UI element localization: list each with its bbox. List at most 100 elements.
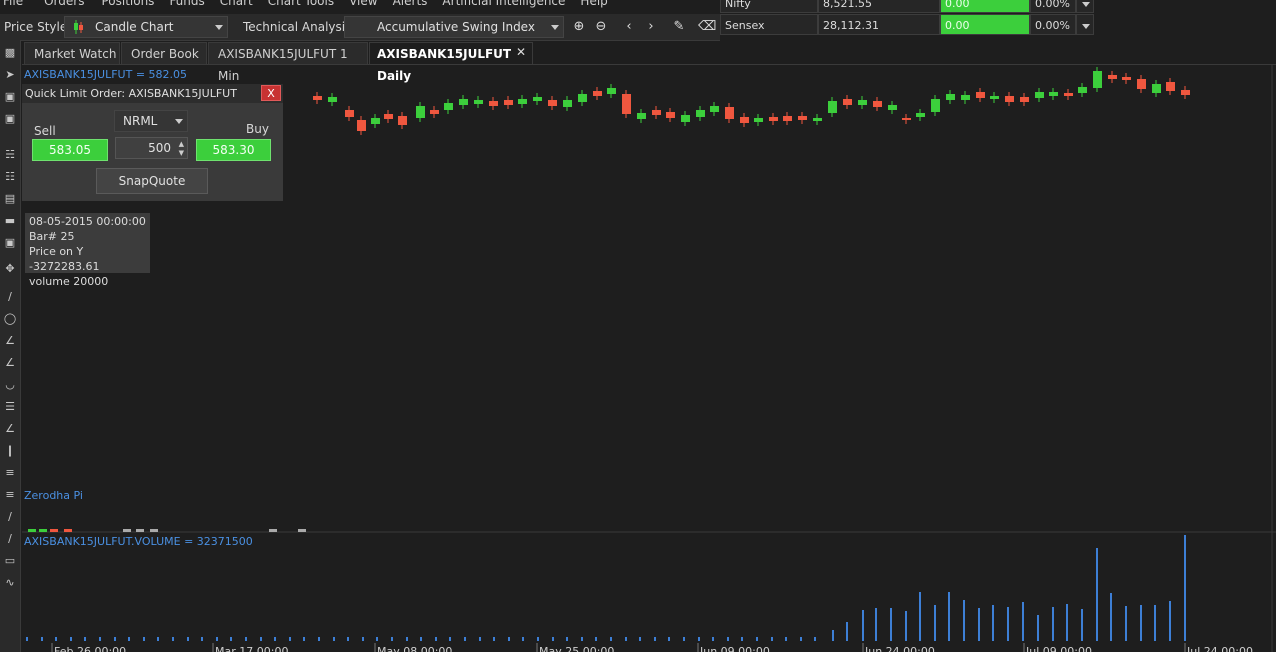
scroll-right-icon[interactable]: › (642, 18, 660, 36)
candle-body (474, 100, 483, 104)
menu-bar: File Orders Positions Funds Chart Chart … (0, 0, 720, 8)
parallel-lines-icon[interactable]: ∕ (2, 510, 18, 524)
ellipse-tool-icon[interactable]: ◯ (2, 312, 18, 326)
channel-icon[interactable]: ≡ (2, 488, 18, 502)
volume-bar (347, 637, 349, 641)
tab-market-watch[interactable]: Market Watch (24, 42, 120, 64)
fibonacci-icon[interactable]: ☰ (2, 400, 18, 414)
ticker-dropdown-icon[interactable] (1076, 14, 1094, 35)
arc-tool-icon[interactable]: ◡ (2, 378, 18, 392)
trend-angle-icon[interactable]: ∠ (2, 334, 18, 348)
candle-body (578, 94, 587, 102)
candle-body (1049, 92, 1058, 96)
volume-bar (934, 605, 936, 641)
chevron-down-icon (215, 25, 223, 30)
candle-body (1122, 77, 1131, 80)
menu-view[interactable]: View (346, 0, 377, 8)
volume-layer (26, 535, 1186, 641)
candle-body (961, 95, 970, 100)
volume-bar (1140, 605, 1142, 641)
chevron-up-icon[interactable]: ▲ (179, 140, 184, 148)
tab-order-book[interactable]: Order Book (121, 42, 207, 64)
volume-bar (1125, 606, 1127, 641)
menu-positions[interactable]: Positions (98, 0, 154, 8)
volume-bar (668, 637, 670, 641)
volume-bar (625, 637, 627, 641)
tab-bar: Market Watch Order Book AXISBANK15JULFUT… (22, 42, 1276, 83)
scroll-left-icon[interactable]: ‹ (620, 18, 638, 36)
menu-orders[interactable]: Orders (41, 0, 84, 8)
menu-ai[interactable]: Artificial Intelligence (439, 0, 565, 8)
tab-daily-chart[interactable]: AXISBANK15JULFUT Daily (369, 42, 533, 83)
product-type-select[interactable]: NRML (114, 110, 188, 132)
menu-help[interactable]: Help (577, 0, 607, 8)
price-series-label: AXISBANK15JULFUT = 582.05 (24, 68, 188, 81)
candle-body (769, 117, 778, 121)
mini-candle (39, 529, 47, 532)
chart-type-select[interactable]: Candle Chart (64, 16, 228, 38)
wave-tool-icon[interactable]: ∿ (2, 576, 18, 590)
briefcase-icon[interactable]: ▣ (2, 236, 18, 250)
save-icon[interactable]: ▣ (2, 90, 18, 104)
ticker-row-nifty: Nifty 8,521.55 0.00 0.00% (720, 0, 1094, 13)
zoom-in-icon[interactable]: ⊕ (570, 18, 588, 36)
map-icon[interactable]: ☷ (2, 170, 18, 184)
volume-bar (245, 637, 247, 641)
menu-chart[interactable]: Chart (217, 0, 253, 8)
candle-body (1035, 92, 1044, 98)
menu-alerts[interactable]: Alerts (390, 0, 428, 8)
menu-funds[interactable]: Funds (166, 0, 204, 8)
vertical-lines-icon[interactable]: ❙ (2, 444, 18, 458)
close-button[interactable]: X (261, 85, 281, 101)
tab-1min-chart[interactable]: AXISBANK15JULFUT 1 Min (208, 42, 368, 83)
close-tab-icon[interactable]: ✕ (516, 45, 526, 59)
candle-body (345, 110, 354, 117)
draw-pencil-icon[interactable]: ✎ (670, 18, 688, 36)
crosshair-icon[interactable]: ✥ (2, 262, 18, 276)
quantity-value: 500 (148, 141, 171, 155)
horizontal-lines-icon[interactable]: ≡ (2, 466, 18, 480)
chevron-down-icon[interactable]: ▼ (179, 149, 184, 157)
mini-candle (123, 529, 131, 532)
bar-chart-icon[interactable]: ▩ (2, 46, 18, 60)
volume-bar (963, 600, 965, 641)
print-icon[interactable]: ▤ (2, 192, 18, 206)
angle-tool-icon[interactable]: ∠ (2, 356, 18, 370)
volume-bar (875, 608, 877, 641)
volume-bar (1037, 615, 1039, 641)
eraser-icon[interactable]: ⌫ (698, 18, 716, 36)
quantity-stepper[interactable]: 500 ▲ ▼ (115, 137, 188, 159)
technical-analysis-button[interactable]: Technical Analysis (243, 20, 351, 34)
fan-tool-icon[interactable]: ∠ (2, 422, 18, 436)
volume-bar (1007, 607, 1009, 641)
ticker-dropdown-icon[interactable] (1076, 0, 1094, 13)
candle-body (652, 110, 661, 115)
line-tool-icon[interactable]: ∕ (2, 290, 18, 304)
menu-file[interactable]: File (0, 0, 23, 8)
chevron-down-icon (551, 25, 559, 30)
buy-label: Buy (246, 122, 269, 136)
volume-bar (832, 630, 834, 641)
candle-body (548, 100, 557, 106)
candle-body (902, 118, 911, 120)
pitchfork-icon[interactable]: ∕ (2, 532, 18, 546)
buy-price-button[interactable]: 583.30 (196, 139, 271, 161)
rocket-icon[interactable]: ➤ (2, 68, 18, 82)
zoom-out-icon[interactable]: ⊖ (592, 18, 610, 36)
sell-price-button[interactable]: 583.05 (32, 139, 108, 161)
candle-body (1093, 71, 1102, 88)
volume-bar (595, 637, 597, 641)
snapquote-button[interactable]: SnapQuote (96, 168, 208, 194)
open-book-icon[interactable]: ☵ (2, 148, 18, 162)
volume-bar (1184, 535, 1186, 641)
menu-chart-tools[interactable]: Chart Tools (265, 0, 334, 8)
candle-body (813, 118, 822, 121)
volume-bar (128, 637, 130, 641)
folder-icon[interactable]: ▬ (2, 214, 18, 228)
candle-body (1108, 75, 1117, 79)
candle-body (946, 94, 955, 100)
indicator-select[interactable]: Accumulative Swing Index (344, 16, 564, 38)
rectangle-tool-icon[interactable]: ▭ (2, 554, 18, 568)
volume-bar (435, 637, 437, 641)
save-as-icon[interactable]: ▣ (2, 112, 18, 126)
